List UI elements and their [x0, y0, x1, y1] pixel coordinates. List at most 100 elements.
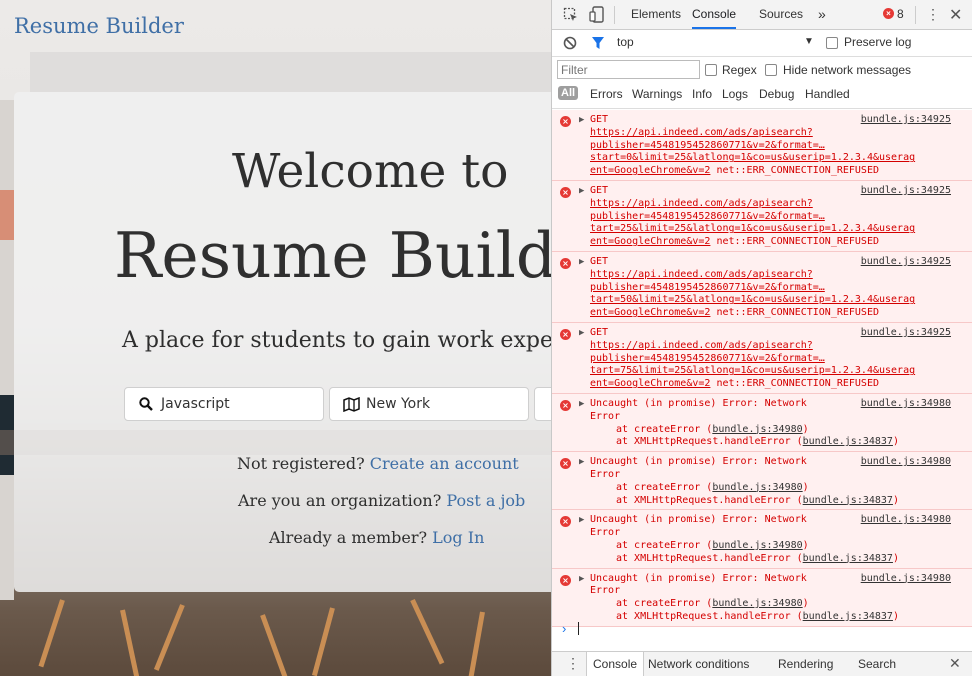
level-all[interactable]: All: [558, 86, 579, 100]
expand-triangle-icon[interactable]: ▶: [579, 256, 584, 269]
create-account-link[interactable]: Create an account: [370, 454, 519, 473]
brand-link[interactable]: Resume Builder: [14, 14, 184, 38]
tab-console[interactable]: Console: [692, 0, 737, 29]
request-url-cont[interactable]: ent=GoogleChrome&v=2: [590, 236, 710, 247]
source-link[interactable]: bundle.js:34925: [861, 256, 951, 269]
level-warnings[interactable]: Warnings: [632, 87, 682, 101]
divider: [915, 6, 916, 24]
register-line: Not registered? Create an account: [9, 454, 551, 473]
error-count[interactable]: 8: [897, 7, 904, 21]
close-drawer-icon[interactable]: ✕: [949, 655, 961, 672]
close-icon[interactable]: ✕: [949, 5, 962, 25]
post-job-link[interactable]: Post a job: [446, 491, 525, 510]
welcome-heading: Welcome to: [232, 144, 509, 199]
request-url-cont[interactable]: ent=GoogleChrome&v=2: [590, 378, 710, 389]
divider: [614, 6, 615, 24]
console-error-entry[interactable]: × ▶ bundle.js:34925 GET https://api.indee…: [552, 180, 972, 252]
stack-source-link[interactable]: bundle.js:34837: [803, 553, 893, 564]
log-level-bar: All Errors Warnings Info Logs Debug Hand…: [552, 83, 972, 109]
map-icon: [342, 395, 360, 413]
tab-sources[interactable]: Sources: [759, 0, 803, 29]
level-handled[interactable]: Handled: [805, 87, 850, 101]
stack-source-link[interactable]: bundle.js:34837: [803, 495, 893, 506]
expand-triangle-icon[interactable]: ▶: [579, 185, 584, 198]
console-error-entry[interactable]: × ▶ bundle.js:34980 Uncaught (in promise)…: [552, 510, 972, 569]
web-page: Resume Builder Welcome to Resume Build A…: [0, 0, 551, 676]
log-in-link[interactable]: Log In: [432, 528, 484, 547]
more-tabs-button[interactable]: »: [818, 0, 826, 29]
error-message-cont: Error: [590, 468, 621, 480]
request-url-cont[interactable]: publisher=4548195452860771&v=2&format=…: [590, 282, 825, 293]
console-error-entry[interactable]: × ▶ bundle.js:34925 GET https://api.indee…: [552, 110, 972, 181]
context-selector[interactable]: top: [617, 35, 634, 49]
stack-source-link[interactable]: bundle.js:34837: [803, 436, 893, 447]
console-error-entry[interactable]: × ▶ bundle.js:34925 GET https://api.indee…: [552, 322, 972, 394]
clear-console-icon[interactable]: [563, 36, 577, 53]
request-url-cont[interactable]: publisher=4548195452860771&v=2&format=…: [590, 140, 825, 151]
expand-triangle-icon[interactable]: ▶: [579, 327, 584, 340]
console-error-entry[interactable]: × ▶ bundle.js:34925 GET https://api.indee…: [552, 251, 972, 323]
expand-triangle-icon[interactable]: ▶: [579, 573, 584, 586]
stack-source-link[interactable]: bundle.js:34980: [712, 424, 802, 435]
request-url-cont[interactable]: tart=75&limit=25&latlong=1&co=us&userip=…: [590, 365, 915, 376]
stack-frame: at createError (bundle.js:34980): [616, 423, 809, 435]
search-button[interactable]: [534, 387, 551, 421]
source-link[interactable]: bundle.js:34925: [861, 114, 951, 127]
expand-triangle-icon[interactable]: ▶: [579, 456, 584, 469]
level-logs[interactable]: Logs: [722, 87, 748, 101]
stack-source-link[interactable]: bundle.js:34980: [712, 540, 802, 551]
keyword-search-input[interactable]: Javascript: [124, 387, 324, 421]
drawer-tab-network-conditions[interactable]: Network conditions: [648, 652, 749, 676]
filter-input[interactable]: [557, 60, 700, 79]
expand-triangle-icon[interactable]: ▶: [579, 514, 584, 527]
source-link[interactable]: bundle.js:34980: [861, 514, 951, 527]
console-error-entry[interactable]: × ▶ bundle.js:34980 Uncaught (in promise)…: [552, 568, 972, 627]
source-link[interactable]: bundle.js:34925: [861, 185, 951, 198]
source-link[interactable]: bundle.js:34980: [861, 456, 951, 469]
preserve-log-checkbox[interactable]: [826, 37, 838, 49]
console-error-entry[interactable]: × ▶ bundle.js:34980 Uncaught (in promise)…: [552, 452, 972, 511]
inspect-element-icon[interactable]: [563, 7, 579, 26]
regex-checkbox[interactable]: [705, 64, 717, 76]
drawer-tab-rendering[interactable]: Rendering: [778, 652, 833, 676]
source-link[interactable]: bundle.js:34980: [861, 398, 951, 411]
level-errors[interactable]: Errors: [590, 87, 623, 101]
drawer-tab-search[interactable]: Search: [858, 652, 896, 676]
drawer-tab-console[interactable]: Console: [586, 652, 645, 676]
dropdown-arrow-icon[interactable]: ▼: [804, 36, 814, 47]
request-url-cont[interactable]: tart=25&limit=25&latlong=1&co=us&userip=…: [590, 223, 915, 234]
tab-elements[interactable]: Elements: [631, 0, 681, 29]
request-url[interactable]: https://api.indeed.com/ads/apisearch?: [590, 198, 813, 209]
source-link[interactable]: bundle.js:34925: [861, 327, 951, 340]
request-url[interactable]: https://api.indeed.com/ads/apisearch?: [590, 127, 813, 138]
console-prompt[interactable]: ›: [552, 619, 972, 639]
request-url-cont[interactable]: ent=GoogleChrome&v=2: [590, 307, 710, 318]
level-debug[interactable]: Debug: [759, 87, 794, 101]
hide-network-checkbox[interactable]: [765, 64, 777, 76]
request-url-cont[interactable]: tart=50&limit=25&latlong=1&co=us&userip=…: [590, 294, 915, 305]
request-url-cont[interactable]: ent=GoogleChrome&v=2: [590, 165, 710, 176]
tagline: A place for students to gain work experi: [122, 328, 551, 353]
filter-icon[interactable]: [591, 36, 605, 53]
location-search-input[interactable]: New York: [329, 387, 529, 421]
stack-frame: at createError (bundle.js:34980): [616, 481, 809, 493]
error-icon: ×: [560, 328, 571, 340]
request-url[interactable]: https://api.indeed.com/ads/apisearch?: [590, 269, 813, 280]
source-link[interactable]: bundle.js:34980: [861, 573, 951, 586]
request-url-cont[interactable]: publisher=4548195452860771&v=2&format=…: [590, 353, 825, 364]
more-options-icon[interactable]: ⋮: [926, 7, 940, 21]
stack-source-link[interactable]: bundle.js:34980: [712, 482, 802, 493]
stack-source-link[interactable]: bundle.js:34980: [712, 598, 802, 609]
request-url-cont[interactable]: publisher=4548195452860771&v=2&format=…: [590, 211, 825, 222]
expand-triangle-icon[interactable]: ▶: [579, 114, 584, 127]
level-info[interactable]: Info: [692, 87, 712, 101]
already-member-text: Already a member?: [269, 528, 428, 547]
regex-label: Regex: [722, 63, 757, 77]
request-url-cont[interactable]: start=0&limit=25&latlong=1&co=us&userip=…: [590, 152, 915, 163]
request-url[interactable]: https://api.indeed.com/ads/apisearch?: [590, 340, 813, 351]
device-toolbar-icon[interactable]: [589, 6, 605, 26]
drawer-menu-icon[interactable]: ⋮: [566, 655, 580, 672]
devtools-tab-bar: Elements Console Sources » × 8 ⋮ ✕: [552, 0, 972, 30]
expand-triangle-icon[interactable]: ▶: [579, 398, 584, 411]
console-error-entry[interactable]: × ▶ bundle.js:34980 Uncaught (in promise)…: [552, 393, 972, 453]
